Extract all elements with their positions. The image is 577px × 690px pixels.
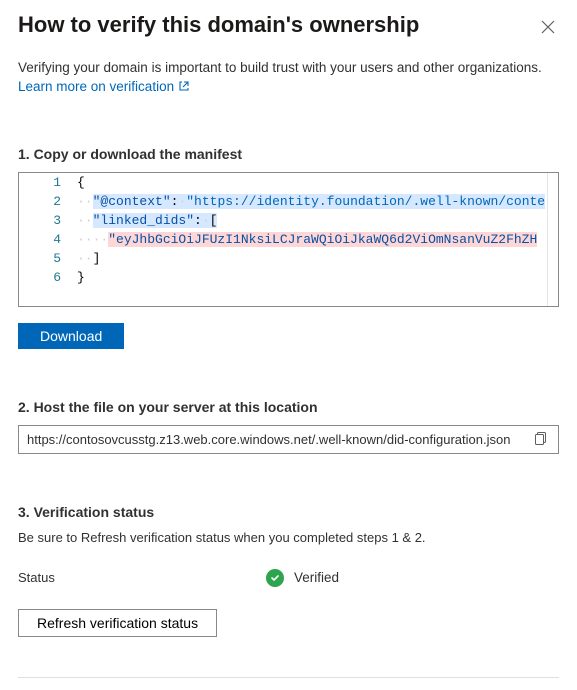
verified-check-icon	[266, 569, 284, 587]
bottom-divider	[18, 677, 559, 678]
line-number: 5	[19, 249, 77, 268]
line-number: 3	[19, 211, 77, 230]
status-value: Verified	[294, 570, 339, 585]
line-number: 2	[19, 192, 77, 211]
intro-text: Verifying your domain is important to bu…	[18, 59, 559, 78]
status-label: Status	[18, 570, 266, 585]
host-url-box: https://contosovcusstg.z13.web.core.wind…	[18, 425, 559, 454]
status-note: Be sure to Refresh verification status w…	[18, 530, 559, 545]
code-line: ····"eyJhbGciOiJFUzI1NksiLCJraWQiOiJkaWQ…	[77, 230, 558, 249]
external-link-icon	[178, 80, 190, 92]
close-icon	[541, 20, 555, 34]
status-row: Status Verified	[18, 569, 559, 587]
refresh-status-button[interactable]: Refresh verification status	[18, 609, 217, 637]
step3-title: 3. Verification status	[18, 504, 559, 520]
line-number: 1	[19, 173, 77, 192]
code-line: ··"@context":·"https://identity.foundati…	[77, 192, 558, 211]
step2-title: 2. Host the file on your server at this …	[18, 399, 559, 415]
copy-url-button[interactable]	[532, 431, 550, 448]
learn-more-link[interactable]: Learn more on verification	[18, 79, 190, 94]
download-button[interactable]: Download	[18, 323, 124, 349]
manifest-code-box[interactable]: 1{ 2··"@context":·"https://identity.foun…	[18, 172, 559, 307]
code-line: ··]	[77, 249, 558, 268]
learn-more-label: Learn more on verification	[18, 79, 174, 94]
line-number: 6	[19, 268, 77, 287]
step1-title: 1. Copy or download the manifest	[18, 146, 559, 162]
code-line: ··"linked_dids":·[	[77, 211, 558, 230]
copy-icon	[534, 431, 548, 445]
host-url-text: https://contosovcusstg.z13.web.core.wind…	[27, 432, 510, 447]
code-minimap-border	[547, 173, 548, 306]
code-line: {	[77, 173, 558, 192]
page-title: How to verify this domain's ownership	[18, 12, 419, 38]
code-line: }	[77, 268, 558, 287]
close-button[interactable]	[537, 16, 559, 41]
line-number: 4	[19, 230, 77, 249]
